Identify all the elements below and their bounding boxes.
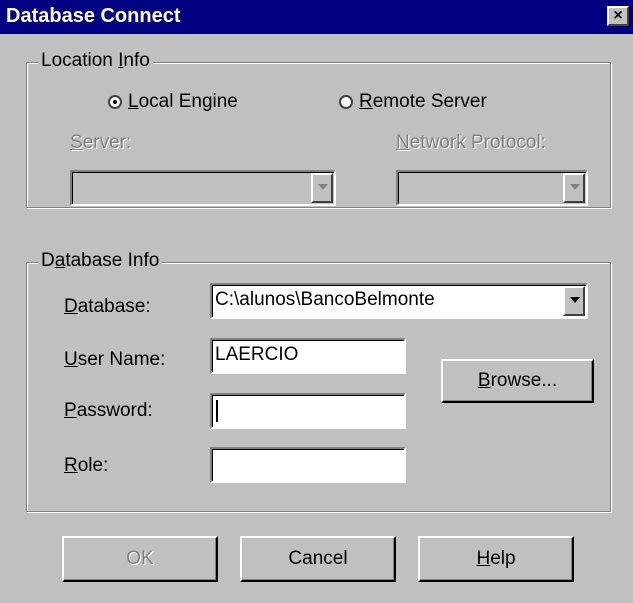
database-label: Database:	[64, 296, 151, 317]
window-title: Database Connect	[6, 5, 181, 27]
chevron-down-icon	[570, 184, 580, 190]
user-name-label: User Name:	[64, 349, 166, 370]
local-engine-radio[interactable]	[108, 95, 122, 109]
text-caret	[216, 400, 218, 422]
remote-server-radio[interactable]	[339, 95, 353, 109]
server-label: Server:	[70, 132, 132, 153]
location-info-legend: Location Info	[38, 50, 153, 72]
role-label: Role:	[64, 455, 109, 476]
help-button[interactable]: Help	[418, 536, 574, 582]
ok-button[interactable]: OK	[62, 536, 218, 582]
title-bar[interactable]: Database Connect ×	[0, 0, 633, 34]
database-combobox[interactable]: C:\alunos\BancoBelmonte	[210, 283, 588, 319]
local-engine-label[interactable]: Local Engine	[128, 91, 238, 113]
network-protocol-dropdown-button[interactable]	[563, 173, 585, 203]
server-dropdown-button[interactable]	[311, 173, 333, 203]
cancel-button[interactable]: Cancel	[240, 536, 396, 582]
database-dropdown-button[interactable]	[563, 286, 585, 316]
network-protocol-label: Network Protocol:	[396, 132, 546, 153]
chevron-down-icon	[570, 297, 580, 303]
user-name-value: LAERCIO	[215, 344, 299, 365]
close-button[interactable]: ×	[607, 6, 629, 26]
role-input[interactable]	[210, 447, 406, 483]
user-name-input[interactable]: LAERCIO	[210, 338, 406, 374]
password-label: Password:	[64, 400, 153, 421]
server-combobox[interactable]	[70, 170, 336, 206]
database-value: C:\alunos\BancoBelmonte	[215, 289, 435, 310]
remote-server-label[interactable]: Remote Server	[359, 91, 487, 113]
database-connect-dialog: Database Connect × Location Info Local E…	[0, 0, 633, 603]
browse-button[interactable]: Browse...	[441, 359, 594, 403]
database-info-legend: Database Info	[38, 250, 163, 272]
close-icon: ×	[613, 7, 623, 24]
chevron-down-icon	[318, 184, 328, 190]
radio-selected-dot	[113, 100, 117, 104]
password-input[interactable]	[210, 393, 406, 429]
network-protocol-combobox[interactable]	[396, 170, 588, 206]
